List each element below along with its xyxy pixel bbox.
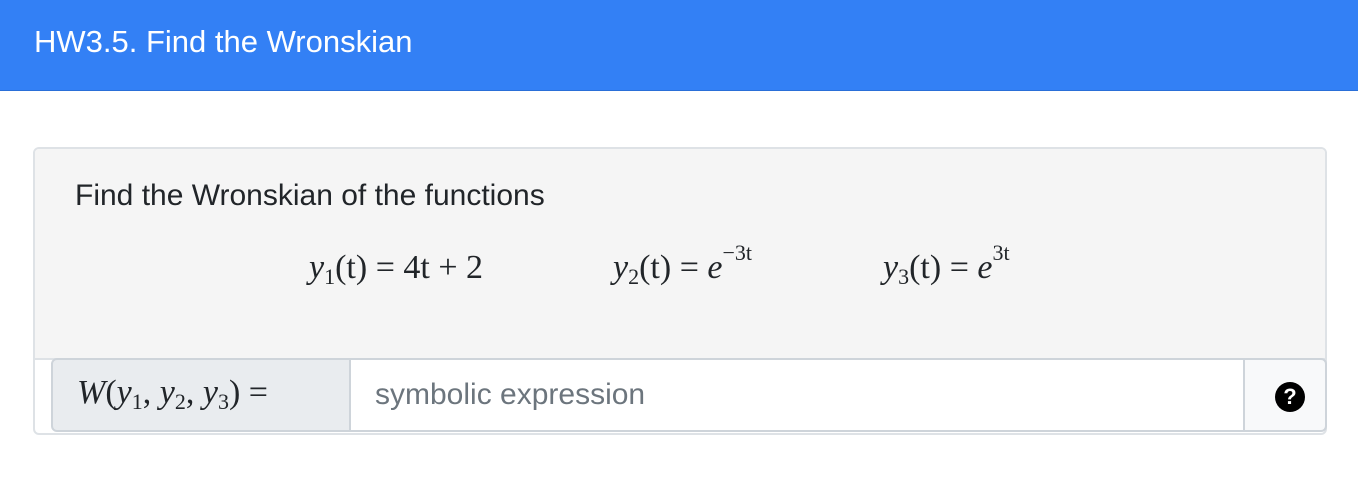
help-button[interactable]: ? [1243, 358, 1327, 432]
wronskian-label: W(y1, y2, y3) = [77, 374, 268, 414]
functions-row: y1(t) = 4t + 2 y2(t) = e−3t y3(t) = e3t [35, 240, 1325, 309]
question-circle-icon[interactable]: ? [1275, 382, 1305, 412]
question-body: Find the Wronskian of the functions y1(t… [35, 149, 1325, 360]
header-bar: HW3.5. Find the Wronskian [0, 0, 1358, 91]
function-y3: y3(t) = e3t [883, 240, 1010, 289]
question-prompt: Find the Wronskian of the functions [75, 179, 545, 212]
question-card: Find the Wronskian of the functions y1(t… [33, 147, 1327, 435]
page-title: HW3.5. Find the Wronskian [34, 24, 413, 59]
answer-input-group: W(y1, y2, y3) = ? [51, 358, 1327, 436]
answer-label: W(y1, y2, y3) = [51, 358, 351, 432]
function-y1: y1(t) = 4t + 2 [309, 249, 483, 289]
function-y2: y2(t) = e−3t [613, 240, 752, 289]
answer-input[interactable] [351, 358, 1243, 432]
